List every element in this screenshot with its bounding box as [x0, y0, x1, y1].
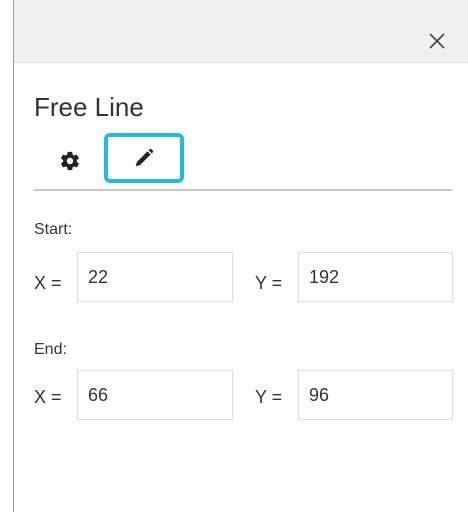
page: Free Line Start: X = Y = End: X =	[0, 0, 468, 512]
end-y-label: Y =	[255, 387, 283, 407]
pencil-icon	[135, 148, 154, 167]
end-x-input[interactable]	[77, 370, 233, 420]
end-label: End:	[34, 341, 67, 358]
tab-settings[interactable]	[47, 143, 93, 179]
properties-panel: Free Line Start: X = Y = End: X =	[14, 63, 468, 512]
start-label: Start:	[34, 221, 73, 238]
panel-title: Free Line	[34, 92, 144, 122]
tab-underline	[34, 189, 452, 191]
start-x-input[interactable]	[77, 252, 233, 302]
end-y-input[interactable]	[298, 370, 453, 420]
end-x-label: X =	[34, 387, 62, 407]
start-y-input[interactable]	[298, 252, 453, 302]
gear-icon	[60, 151, 79, 171]
close-icon	[429, 33, 445, 49]
tab-draw[interactable]	[104, 133, 184, 183]
close-button[interactable]	[422, 26, 452, 56]
start-x-label: X =	[34, 273, 62, 293]
tab-strip	[34, 133, 452, 189]
title-bar	[14, 0, 468, 62]
start-y-label: Y =	[255, 273, 283, 293]
